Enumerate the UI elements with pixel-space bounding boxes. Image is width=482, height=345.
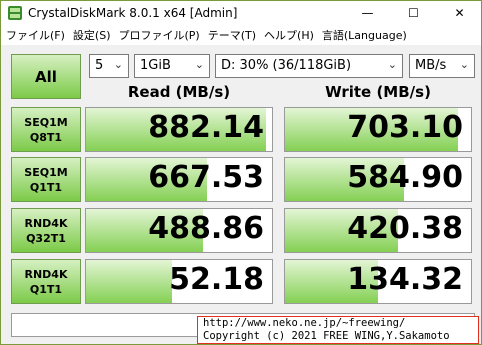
test-params: Q1T1 bbox=[29, 180, 63, 194]
footer-url[interactable]: http://www.neko.ne.jp/~freewing/ bbox=[203, 317, 405, 329]
read-result-cell: 667.53 bbox=[85, 157, 273, 202]
test-name: RND4K bbox=[24, 267, 68, 281]
test-count-select[interactable]: 5 ⌄ bbox=[89, 54, 129, 78]
write-value: 134.32 bbox=[347, 262, 463, 297]
unit-select[interactable]: MB/s ⌄ bbox=[409, 54, 475, 78]
chevron-down-icon: ⌄ bbox=[194, 58, 204, 71]
read-header: Read (MB/s) bbox=[127, 83, 231, 101]
read-value: 882.14 bbox=[148, 110, 264, 145]
test-params: Q8T1 bbox=[29, 130, 63, 144]
test-size-value: 1GiB bbox=[140, 58, 171, 73]
write-value: 703.10 bbox=[347, 110, 463, 145]
test-button-seq1m-q1t1[interactable]: SEQ1M Q1T1 bbox=[11, 157, 81, 202]
test-button-seq1m-q8t1[interactable]: SEQ1M Q8T1 bbox=[11, 107, 81, 152]
test-button-rnd4k-q32t1[interactable]: RND4K Q32T1 bbox=[11, 208, 81, 253]
title-bar: CrystalDiskMark 8.0.1 x64 [Admin] — ☐ ✕ bbox=[1, 1, 481, 25]
menu-theme[interactable]: テーマ(T) bbox=[205, 27, 259, 43]
run-all-button[interactable]: All bbox=[11, 54, 81, 99]
test-size-select[interactable]: 1GiB ⌄ bbox=[134, 54, 210, 78]
app-icon bbox=[8, 6, 22, 20]
copyright-footer[interactable]: http://www.neko.ne.jp/~freewing/ Copyrig… bbox=[197, 316, 479, 344]
write-result-cell: 703.10 bbox=[284, 107, 472, 152]
write-value: 584.90 bbox=[347, 160, 463, 195]
footer-copyright: Copyright (c) 2021 FREE WING,Y.Sakamoto bbox=[203, 330, 450, 342]
drive-select[interactable]: D: 30% (36/118GiB) ⌄ bbox=[215, 54, 403, 78]
test-params: Q1T1 bbox=[29, 282, 63, 296]
menu-file[interactable]: ファイル(F) bbox=[3, 27, 68, 43]
app-window: CrystalDiskMark 8.0.1 x64 [Admin] — ☐ ✕ … bbox=[0, 0, 482, 345]
menu-help[interactable]: ヘルプ(H) bbox=[261, 27, 317, 43]
chevron-down-icon: ⌄ bbox=[459, 58, 469, 71]
test-button-rnd4k-q1t1[interactable]: RND4K Q1T1 bbox=[11, 259, 81, 304]
menu-settings[interactable]: 設定(S) bbox=[70, 27, 114, 43]
read-result-cell: 488.86 bbox=[85, 208, 273, 253]
write-header: Write (MB/s) bbox=[325, 83, 431, 101]
write-result-cell: 584.90 bbox=[284, 157, 472, 202]
write-result-cell: 134.32 bbox=[284, 259, 472, 304]
menu-language[interactable]: 言語(Language) bbox=[319, 27, 410, 43]
test-name: RND4K bbox=[24, 216, 68, 230]
close-button[interactable]: ✕ bbox=[437, 1, 482, 25]
test-params: Q32T1 bbox=[26, 231, 66, 245]
drive-value: D: 30% (36/118GiB) bbox=[221, 58, 352, 73]
test-name: SEQ1M bbox=[24, 115, 68, 129]
menu-profile[interactable]: プロファイル(P) bbox=[116, 27, 203, 43]
read-value: 488.86 bbox=[148, 211, 264, 246]
test-count-value: 5 bbox=[95, 58, 104, 73]
read-value: 52.18 bbox=[169, 262, 264, 297]
chevron-down-icon: ⌄ bbox=[113, 58, 123, 71]
write-result-cell: 420.38 bbox=[284, 208, 472, 253]
read-result-cell: 882.14 bbox=[85, 107, 273, 152]
menu-bar: ファイル(F) 設定(S) プロファイル(P) テーマ(T) ヘルプ(H) 言語… bbox=[1, 25, 481, 45]
read-result-cell: 52.18 bbox=[85, 259, 273, 304]
read-value: 667.53 bbox=[148, 160, 264, 195]
window-title: CrystalDiskMark 8.0.1 x64 [Admin] bbox=[28, 6, 238, 20]
unit-value: MB/s bbox=[415, 58, 447, 73]
test-name: SEQ1M bbox=[24, 165, 68, 179]
write-value: 420.38 bbox=[347, 211, 463, 246]
maximize-button[interactable]: ☐ bbox=[391, 1, 436, 25]
read-progress-bar bbox=[86, 260, 172, 303]
minimize-button[interactable]: — bbox=[345, 1, 390, 25]
chevron-down-icon: ⌄ bbox=[387, 58, 397, 71]
